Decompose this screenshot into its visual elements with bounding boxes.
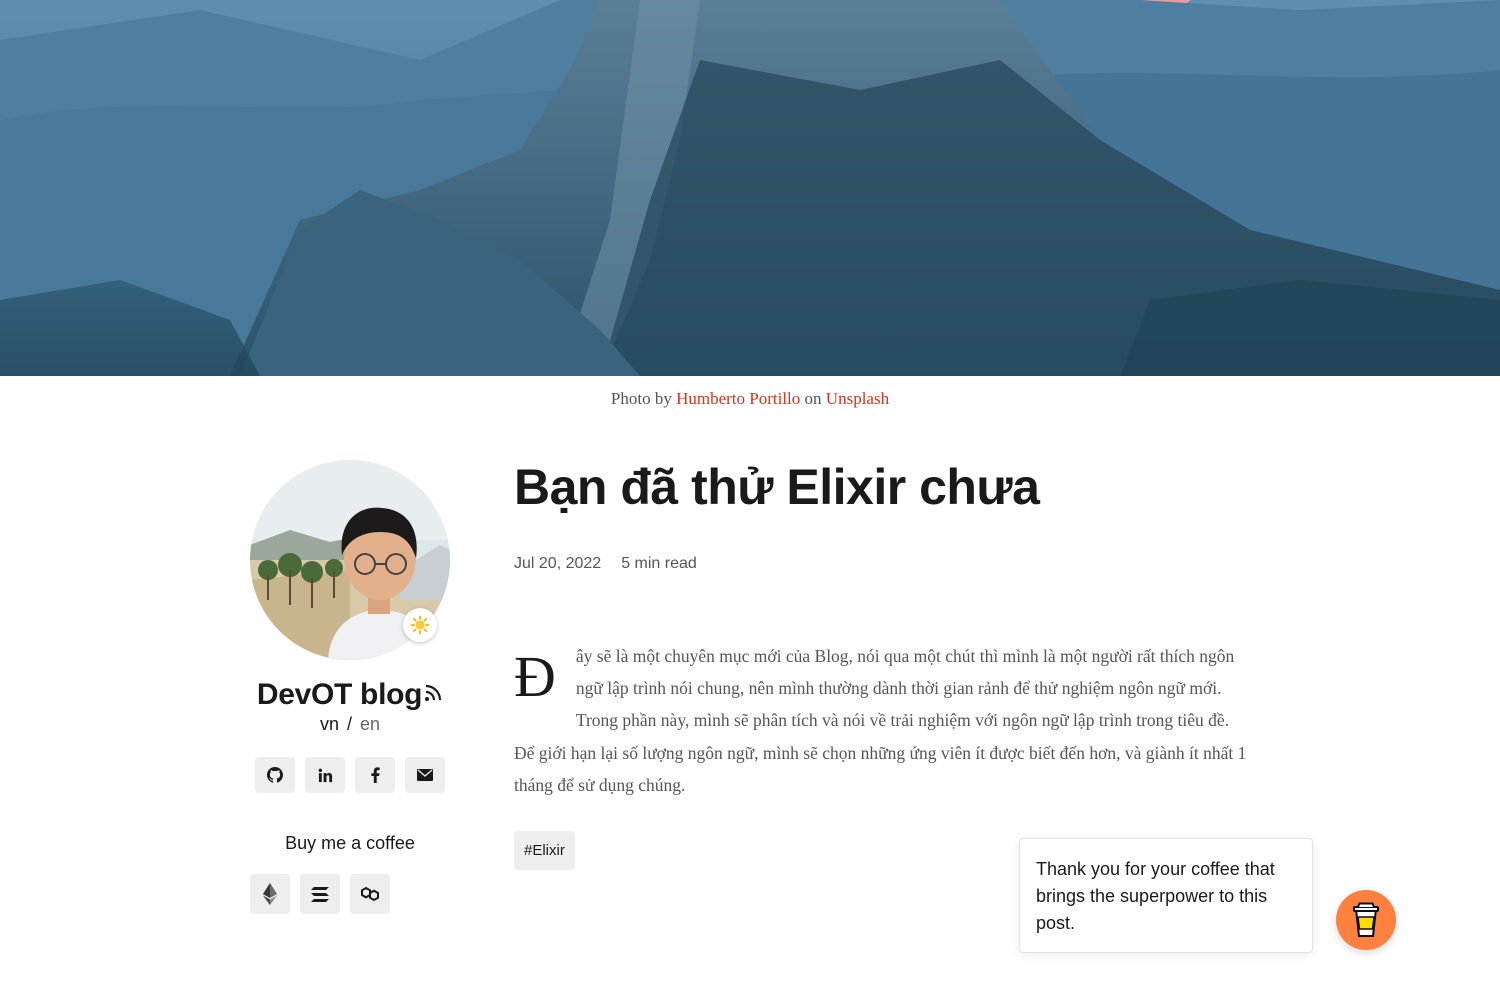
github-icon xyxy=(267,767,283,783)
lang-vn-link[interactable]: vn xyxy=(320,714,339,734)
coffee-cup-icon xyxy=(1353,902,1379,937)
solana-button[interactable] xyxy=(300,874,340,914)
article-meta: Jul 20, 2022 5 min read xyxy=(514,555,697,573)
author-sidebar: DevOT blog vn / en Buy me a coffee xyxy=(250,460,450,914)
social-links xyxy=(255,757,445,793)
polygon-icon xyxy=(361,886,379,902)
facebook-button[interactable] xyxy=(355,757,395,793)
blog-name[interactable]: DevOT blog xyxy=(257,678,423,711)
photographer-link[interactable]: Humberto Portillo xyxy=(676,389,800,408)
github-button[interactable] xyxy=(255,757,295,793)
ethereum-icon xyxy=(263,883,277,905)
ethereum-button[interactable] xyxy=(250,874,290,914)
solana-icon xyxy=(311,886,329,902)
intro-paragraph: ây sẽ là một chuyên mục mới của Blog, nó… xyxy=(514,646,1247,795)
sun-icon xyxy=(410,615,430,635)
drop-cap: Đ xyxy=(514,644,556,709)
coffee-message: Thank you for your coffee that brings th… xyxy=(1036,859,1275,933)
linkedin-button[interactable] xyxy=(305,757,345,793)
caption-prefix: Photo by xyxy=(610,389,672,408)
language-switcher: vn / en xyxy=(250,714,450,735)
unsplash-link[interactable]: Unsplash xyxy=(826,389,889,408)
rss-icon[interactable] xyxy=(423,683,443,708)
email-icon xyxy=(417,769,433,781)
article-title: Bạn đã thử Elixir chưa xyxy=(514,459,1040,515)
crypto-donation-links xyxy=(250,874,390,914)
buy-me-coffee-label: Buy me a coffee xyxy=(285,833,415,853)
lang-en-link[interactable]: en xyxy=(360,714,380,734)
polygon-button[interactable] xyxy=(350,874,390,914)
hero-image xyxy=(0,0,1500,376)
linkedin-icon xyxy=(318,768,332,782)
caption-middle: on xyxy=(804,389,822,408)
facebook-icon xyxy=(371,767,380,783)
publish-date: Jul 20, 2022 xyxy=(514,555,602,572)
blog-title: DevOT blog xyxy=(250,678,450,712)
theme-toggle-button[interactable] xyxy=(403,608,437,642)
coffee-thank-you-popover: Thank you for your coffee that brings th… xyxy=(1019,838,1313,953)
email-button[interactable] xyxy=(405,757,445,793)
tag-elixir[interactable]: #Elixir xyxy=(514,831,575,870)
photo-caption: Photo by Humberto Portillo on Unsplash xyxy=(0,389,1500,409)
buy-coffee-fab[interactable] xyxy=(1336,890,1396,950)
article-intro: Đây sẽ là một chuyên mục mới của Blog, n… xyxy=(514,640,1249,801)
read-time: 5 min read xyxy=(621,555,697,572)
avatar-container xyxy=(250,460,450,660)
next-section-heading-partial xyxy=(514,986,1214,1000)
lang-separator: / xyxy=(346,714,352,734)
